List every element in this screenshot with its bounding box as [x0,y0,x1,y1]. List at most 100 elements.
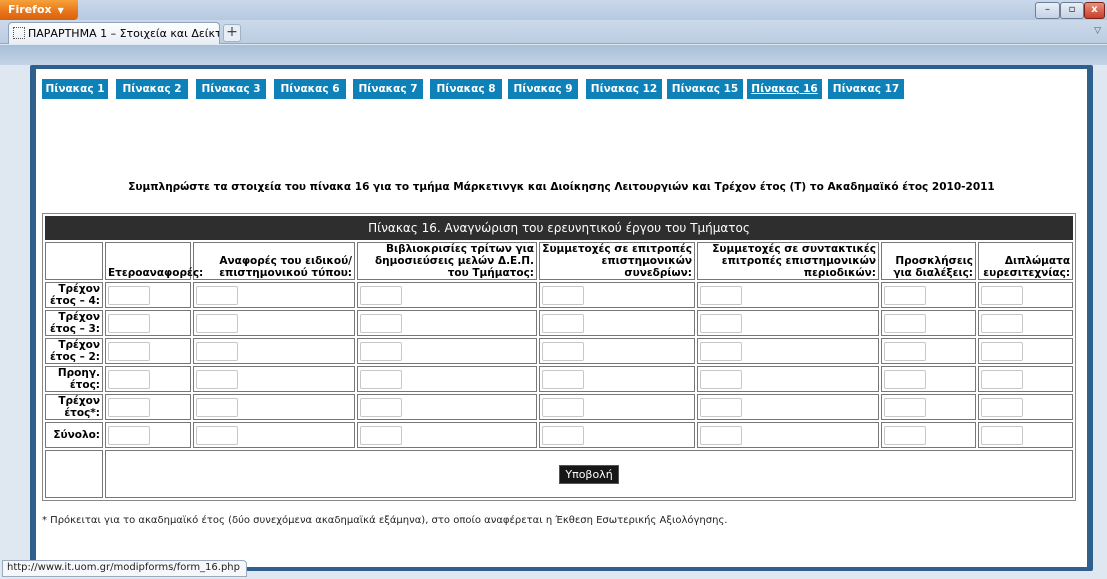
nav-button-table-17[interactable]: Πίνακας 17 [828,79,904,99]
input-cell [539,394,695,420]
value-input[interactable] [981,342,1023,361]
value-input[interactable] [196,286,238,305]
value-input[interactable] [108,398,150,417]
input-cell [881,422,976,448]
value-input[interactable] [360,342,402,361]
table-caption: Πίνακας 16. Αναγνώριση του ερευνητικού έ… [45,216,1074,240]
input-cell [881,366,976,392]
row-label: Τρέχον έτος – 3: [45,310,103,336]
nav-button-table-15[interactable]: Πίνακας 15 [667,79,743,99]
input-cell [978,338,1074,364]
value-input[interactable] [884,426,926,445]
input-cell [105,366,191,392]
nav-button-table-6[interactable]: Πίνακας 6 [274,79,346,99]
column-header: Συμμετοχές σε συντακτικές επιτροπές επισ… [697,242,879,280]
browser-tab[interactable]: ΠΑΡΑΡΤΗΜΑ 1 – Στοιχεία και Δείκτες τ... [8,22,220,44]
nav-button-table-3[interactable]: Πίνακας 3 [196,79,266,99]
value-input[interactable] [700,286,742,305]
value-input[interactable] [360,398,402,417]
input-cell [881,310,976,336]
row-label: Τρέχον έτος*: [45,394,103,420]
value-input[interactable] [700,426,742,445]
nav-button-table-1[interactable]: Πίνακας 1 [42,79,108,99]
input-cell [978,310,1074,336]
input-cell [105,282,191,308]
nav-button-table-7[interactable]: Πίνακας 7 [353,79,423,99]
input-cell [697,310,879,336]
page-favicon-icon [13,27,25,39]
input-cell [978,422,1074,448]
value-input[interactable] [981,426,1023,445]
value-input[interactable] [981,286,1023,305]
value-input[interactable] [981,370,1023,389]
input-cell [697,338,879,364]
value-input[interactable] [700,398,742,417]
value-input[interactable] [884,342,926,361]
value-input[interactable] [196,398,238,417]
value-input[interactable] [108,342,150,361]
value-input[interactable] [700,342,742,361]
status-bar-url: http://www.it.uom.gr/modipforms/form_16.… [2,560,247,577]
input-cell [539,282,695,308]
value-input[interactable] [542,286,584,305]
tab-list-icon[interactable]: ▽ [1094,26,1101,36]
nav-button-table-12[interactable]: Πίνακας 12 [586,79,662,99]
value-input[interactable] [108,286,150,305]
value-input[interactable] [108,426,150,445]
value-input[interactable] [884,286,926,305]
input-cell [357,338,537,364]
input-cell [357,310,537,336]
column-header: Αναφορές του ειδικού/επιστημονικού τύπου… [193,242,355,280]
new-tab-button[interactable]: + [223,24,241,42]
minimize-button[interactable]: – [1035,2,1060,19]
submit-button[interactable]: Υποβολή [559,464,619,484]
chevron-down-icon: ▼ [57,6,64,15]
input-cell [105,310,191,336]
input-cell [697,366,879,392]
value-input[interactable] [360,370,402,389]
value-input[interactable] [981,314,1023,333]
page-content: Πίνακας 1 Πίνακας 2 Πίνακας 3 Πίνακας 6 … [36,69,1087,567]
nav-button-table-9[interactable]: Πίνακας 9 [508,79,578,99]
input-cell [357,422,537,448]
toolbar-band [0,45,1107,65]
input-cell [881,282,976,308]
value-input[interactable] [360,286,402,305]
input-cell [539,422,695,448]
input-cell [539,310,695,336]
value-input[interactable] [884,398,926,417]
value-input[interactable] [196,370,238,389]
value-input[interactable] [542,370,584,389]
value-input[interactable] [196,426,238,445]
maximize-button[interactable]: ▫ [1060,2,1084,19]
nav-button-table-8[interactable]: Πίνακας 8 [430,79,502,99]
value-input[interactable] [884,314,926,333]
value-input[interactable] [542,426,584,445]
input-cell [105,422,191,448]
value-input[interactable] [108,370,150,389]
value-input[interactable] [196,342,238,361]
value-input[interactable] [700,314,742,333]
value-input[interactable] [360,426,402,445]
firefox-menu-button[interactable]: Firefox ▼ [0,0,78,20]
value-input[interactable] [884,370,926,389]
value-input[interactable] [542,342,584,361]
input-cell [357,394,537,420]
value-input[interactable] [360,314,402,333]
firefox-menu-label: Firefox [8,3,52,16]
input-cell [193,422,355,448]
value-input[interactable] [108,314,150,333]
value-input[interactable] [542,314,584,333]
input-cell [697,422,879,448]
value-input[interactable] [981,398,1023,417]
nav-button-table-16[interactable]: Πίνακας 16 [747,79,822,99]
browser-tab-title: ΠΑΡΑΡΤΗΜΑ 1 – Στοιχεία και Δείκτες τ... [28,27,219,40]
value-input[interactable] [196,314,238,333]
column-header: Διπλώματα ευρεσιτεχνίας: [978,242,1074,280]
input-cell [193,394,355,420]
value-input[interactable] [700,370,742,389]
input-cell [105,338,191,364]
close-window-button[interactable]: x [1084,2,1105,19]
value-input[interactable] [542,398,584,417]
nav-button-table-2[interactable]: Πίνακας 2 [116,79,188,99]
